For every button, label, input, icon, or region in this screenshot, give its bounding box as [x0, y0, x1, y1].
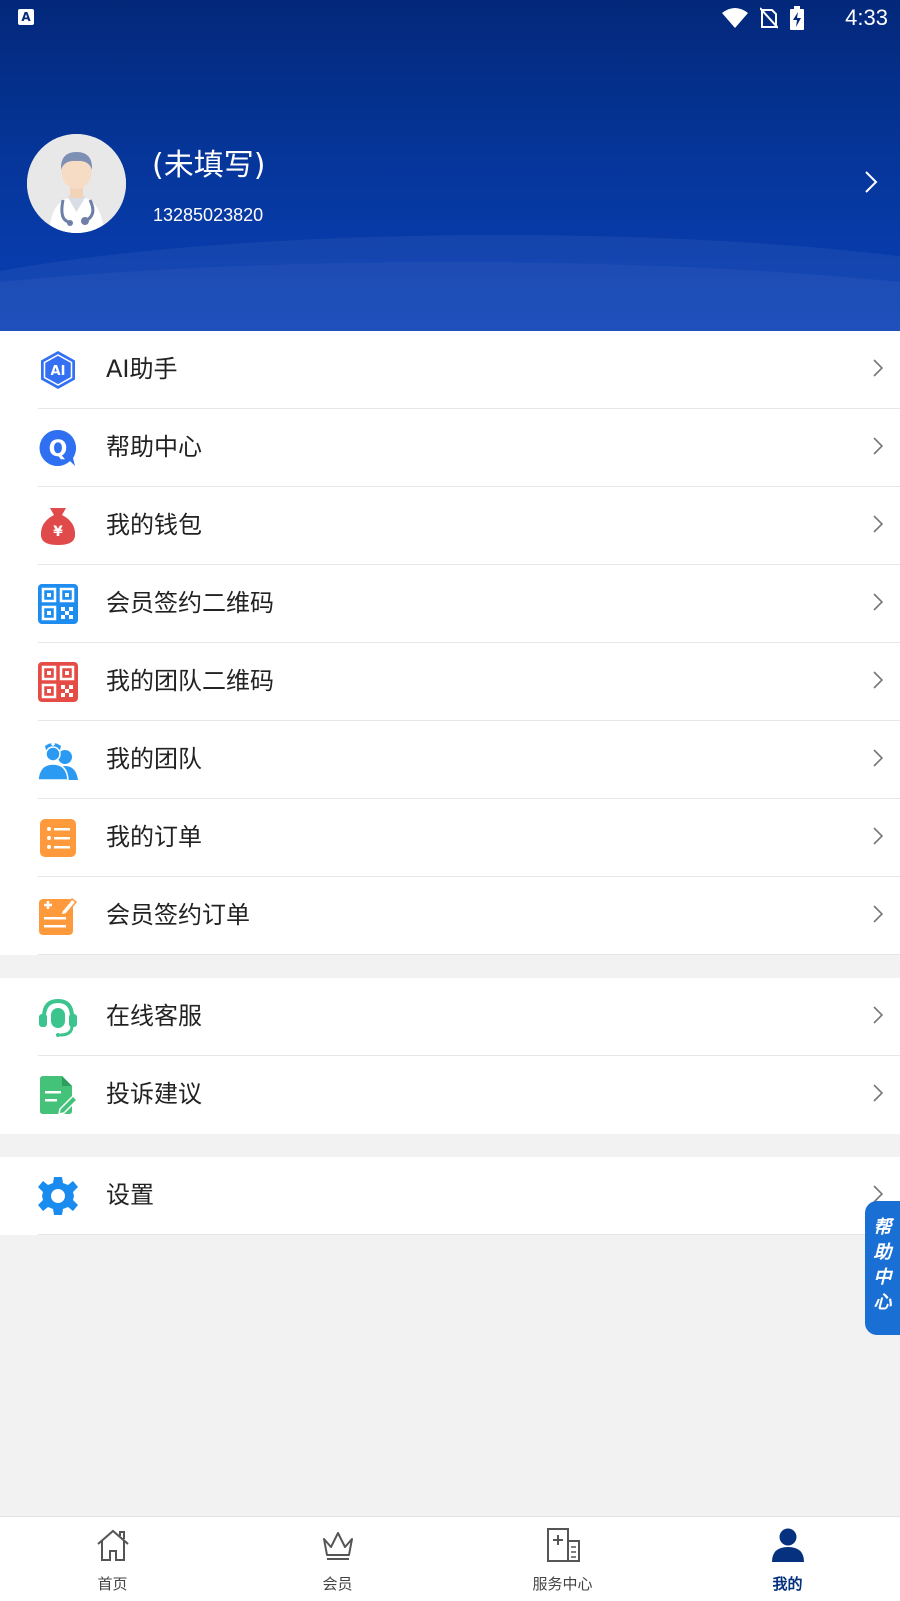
crown-icon	[322, 1532, 353, 1560]
sign-order-icon	[39, 897, 78, 935]
home-icon	[96, 1529, 129, 1561]
bottom-nav: 首页 会员 服务中心 我的	[0, 1516, 900, 1601]
menu-group-support: 在线客服 投诉建议	[0, 978, 900, 1134]
menu-item-ai-assistant[interactable]: AI AI助手	[0, 331, 900, 409]
menu-group-settings: 设置	[0, 1157, 900, 1235]
nav-mine[interactable]: 我的	[675, 1517, 900, 1601]
headset-icon	[39, 998, 77, 1037]
nav-label: 服务中心	[532, 1575, 593, 1593]
menu-item-complaint[interactable]: 投诉建议	[0, 1056, 900, 1134]
gear-icon	[38, 1177, 78, 1215]
svg-text:¥: ¥	[53, 524, 63, 540]
qr-code-red-icon	[38, 662, 78, 702]
nav-label: 首页	[97, 1575, 128, 1593]
chevron-right-icon	[873, 827, 883, 845]
user-phone: 13285023820	[153, 205, 264, 225]
status-time: 4:33	[845, 5, 888, 30]
menu-item-label: 我的团队二维码	[106, 667, 274, 695]
status-bar: A 4:33	[0, 0, 900, 36]
battery-charging-icon	[790, 6, 804, 30]
chevron-right-icon	[873, 515, 883, 533]
chevron-right-icon	[873, 905, 883, 923]
chevron-right-icon	[873, 749, 883, 767]
no-sim-icon	[760, 7, 778, 29]
chevron-right-icon	[873, 1084, 883, 1102]
chevron-right-icon	[873, 437, 883, 455]
menu-item-label: 设置	[106, 1181, 154, 1209]
svg-text:Q: Q	[49, 437, 68, 462]
svg-text:AI: AI	[51, 364, 66, 379]
menu-item-member-sign-orders[interactable]: 会员签约订单	[0, 877, 900, 955]
menu-item-label: 会员签约二维码	[106, 589, 274, 617]
avatar[interactable]	[27, 134, 126, 233]
menu-group-main: AI AI助手 Q 帮助中心 ¥ 我的钱包 会员签约二维码 我的团队二维码 我的…	[0, 331, 900, 955]
wallet-icon: ¥	[40, 508, 76, 545]
qr-code-blue-icon	[38, 584, 78, 624]
status-app-icon: A	[18, 9, 34, 25]
menu-item-label: AI助手	[106, 355, 178, 383]
menu-item-my-team[interactable]: 我的团队	[0, 721, 900, 799]
help-q-icon: Q	[39, 429, 77, 466]
menu-item-label: 我的订单	[106, 823, 202, 851]
chevron-right-icon	[873, 671, 883, 689]
chevron-right-icon	[873, 359, 883, 377]
doctor-avatar-icon	[27, 134, 126, 233]
menu-item-label: 在线客服	[106, 1002, 202, 1030]
menu-item-label: 我的团队	[106, 745, 202, 773]
order-list-icon	[40, 819, 76, 857]
chevron-right-icon	[873, 1006, 883, 1024]
user-name[interactable]: (未填写)	[152, 140, 265, 184]
menu-item-label: 我的钱包	[106, 511, 202, 539]
menu-item-label: 会员签约订单	[106, 901, 250, 929]
nav-label: 我的	[772, 1575, 803, 1593]
nav-member[interactable]: 会员	[225, 1517, 450, 1601]
nav-service-center[interactable]: 服务中心	[450, 1517, 675, 1601]
floating-help-label: 帮助中心	[873, 1217, 892, 1313]
complaint-icon	[40, 1076, 78, 1115]
chevron-right-icon	[873, 593, 883, 611]
menu-item-online-service[interactable]: 在线客服	[0, 978, 900, 1056]
floating-help-center-button[interactable]: 帮助中心	[865, 1201, 900, 1335]
person-icon	[771, 1528, 804, 1562]
menu-item-label: 投诉建议	[106, 1080, 202, 1108]
menu-item-my-orders[interactable]: 我的订单	[0, 799, 900, 877]
team-icon	[38, 742, 78, 780]
menu-item-help-center[interactable]: Q 帮助中心	[0, 409, 900, 487]
profile-header: A 4:33 (未填写) 13285023820	[0, 0, 900, 331]
menu-item-settings[interactable]: 设置	[0, 1157, 900, 1235]
ai-icon: AI	[41, 351, 75, 389]
menu-item-label: 帮助中心	[106, 433, 202, 461]
wifi-icon	[722, 8, 748, 28]
menu-item-team-qr[interactable]: 我的团队二维码	[0, 643, 900, 721]
nav-label: 会员	[322, 1575, 353, 1593]
menu-item-my-wallet[interactable]: ¥ 我的钱包	[0, 487, 900, 565]
menu-item-member-sign-qr[interactable]: 会员签约二维码	[0, 565, 900, 643]
service-center-icon	[546, 1528, 580, 1562]
header-wave	[0, 262, 900, 331]
profile-chevron-icon[interactable]	[864, 170, 878, 194]
nav-home[interactable]: 首页	[0, 1517, 225, 1601]
